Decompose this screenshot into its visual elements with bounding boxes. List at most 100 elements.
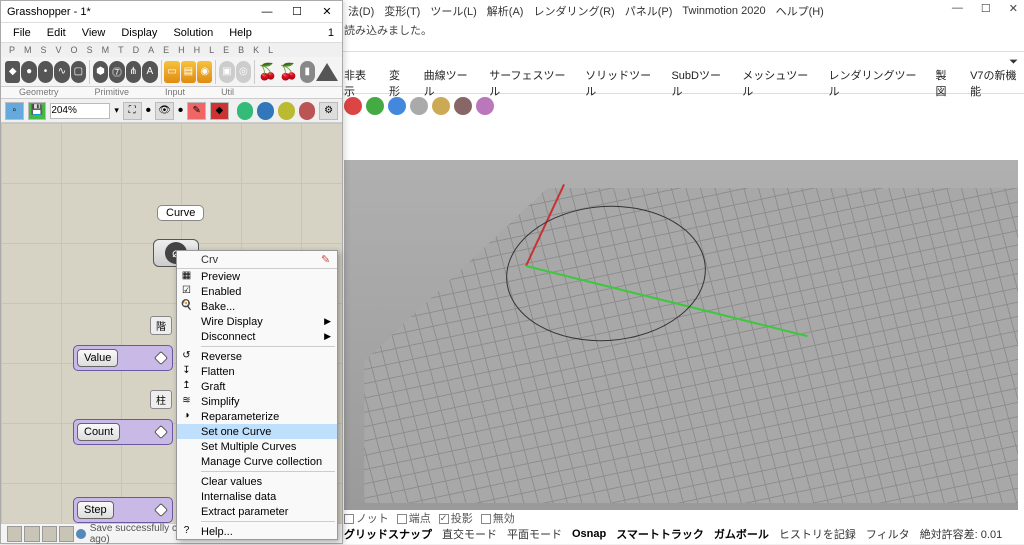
gh-ribbon-tab[interactable]: H [178,45,185,55]
zoom-dropdown-icon[interactable]: ▾ [114,105,119,116]
save-doc-icon[interactable]: 💾 [28,102,47,120]
gh-maximize[interactable]: ☐ [282,5,312,18]
ctx-item-graft[interactable]: ↥ Graft [177,379,337,394]
footer-icon-2[interactable] [24,526,39,542]
param-curve-icon[interactable]: ∿ [54,61,69,83]
number-slider[interactable]: Value [73,345,173,371]
util-cluster-icon[interactable]: ◎ [236,61,251,83]
curve-name-label[interactable]: Curve [157,205,204,221]
util-group-icon[interactable]: ▣ [219,61,234,83]
gh-ribbon-tab[interactable]: S [41,45,47,55]
ctx-item-wire-display[interactable]: Wire Display ▶ [177,314,337,329]
cplanes-icon[interactable] [344,97,362,115]
rhino-menu-item[interactable]: パネル(P) [621,1,677,21]
rhino-close[interactable]: ✕ [1009,2,1018,15]
gh-ribbon-tab[interactable]: H [194,45,201,55]
kanji-tag-2[interactable]: 柱 [150,390,172,409]
settings-icon[interactable]: ⚙ [319,102,338,120]
param-circle-icon[interactable]: ● [21,61,36,83]
new-doc-icon[interactable]: ▫ [5,102,24,120]
gh-menu-item[interactable]: Display [113,25,165,41]
gh-ribbon-tab[interactable]: A [148,45,154,55]
param-point-icon[interactable]: • [38,61,53,83]
status-toggle[interactable]: ヒストリを記録 [779,526,856,542]
kanji-tag-1[interactable]: 階 [150,316,172,335]
ctx-item-set-multiple-curves[interactable]: Set Multiple Curves [177,439,337,454]
rhino-viewport[interactable] [344,160,1018,510]
gh-ribbon-tab[interactable]: L [268,45,273,55]
ctx-item-simplify[interactable]: ≋ Simplify [177,394,337,409]
shade-red-icon[interactable] [299,102,316,120]
gh-ribbon-tab[interactable]: O [71,45,78,55]
rhino-minimize[interactable]: — [952,2,963,15]
ctx-item-clear-values[interactable]: Clear values [177,474,337,489]
ctx-item-preview[interactable]: ▦ Preview [177,269,337,284]
cherry-icon[interactable]: 🍒 [258,62,278,82]
gh-menu-item[interactable]: View [74,25,114,41]
ctx-item-bake-[interactable]: 🍳 Bake... [177,299,337,314]
param-hex-icon[interactable]: ◆ [5,61,20,83]
visibility-icon[interactable] [454,97,472,115]
param-brep-icon[interactable]: ⬢ [93,61,108,83]
ctx-item-reverse[interactable]: ↺ Reverse [177,349,337,364]
gh-ribbon-tab[interactable]: T [118,45,124,55]
gh-menu-item[interactable]: Help [221,25,260,41]
shade-green-icon[interactable] [237,102,254,120]
ctx-item-reparameterize[interactable]: ◑ Reparameterize [177,409,337,424]
context-menu-header[interactable]: Crv ✎ [177,251,337,269]
util-dam-icon[interactable]: ▮ [300,61,315,83]
status-toggle[interactable]: グリッドスナップ [344,526,432,542]
gh-ribbon-tab[interactable]: E [163,45,169,55]
gh-ribbon-tab[interactable]: L [209,45,214,55]
ctx-item-manage-curve-collection[interactable]: Manage Curve collection [177,454,337,469]
sketch-icon[interactable]: ✎ [187,102,206,120]
osnap-option[interactable]: ノット [344,510,389,526]
ladybug-icon[interactable]: ◆ [210,102,229,120]
toolbar-dropdown-icon[interactable]: ⏷ [1009,56,1018,69]
zoom-extents-icon[interactable]: ⛶ [123,102,142,120]
slider-output-port[interactable] [154,503,168,517]
osnap-option[interactable]: 無効 [481,510,515,526]
status-toggle[interactable]: スマートトラック [616,526,704,542]
number-slider[interactable]: Count [73,419,173,445]
gh-menu-item[interactable]: Edit [39,25,74,41]
status-toggle[interactable]: 直交モード [442,526,497,542]
ctx-item-disconnect[interactable]: Disconnect ▶ [177,329,337,344]
gh-ribbon-tab[interactable]: V [56,45,62,55]
gh-ribbon-tab[interactable]: E [223,45,229,55]
input-button-icon[interactable]: ◉ [197,61,212,83]
ctx-item-internalise-data[interactable]: Internalise data [177,489,337,504]
footer-icon-1[interactable] [7,526,22,542]
gh-ribbon-tab[interactable]: B [238,45,244,55]
select-icon[interactable] [410,97,428,115]
status-toggle[interactable]: 平面モード [507,526,562,542]
gh-ribbon-tab[interactable]: D [133,45,140,55]
rhino-menu-item[interactable]: 解析(A) [483,1,528,21]
param-bool-icon[interactable]: A [142,61,157,83]
preview-icon[interactable]: 👁 [155,102,174,120]
rhino-menu-item[interactable]: 変形(T) [380,1,424,21]
zoom-input[interactable] [50,103,110,119]
status-toggle[interactable]: 絶対許容差: 0.01 [920,526,1003,542]
rhino-menu-item[interactable]: ツール(L) [426,1,480,21]
slider-output-port[interactable] [154,351,168,365]
rhino-menu-item[interactable]: ヘルプ(H) [772,1,828,21]
gh-ribbon-tab[interactable]: S [87,45,93,55]
shade-yellow-icon[interactable] [278,102,295,120]
footer-icon-3[interactable] [42,526,57,542]
footer-icon-4[interactable] [59,526,74,542]
gh-ribbon-tab[interactable]: M [24,45,32,55]
gh-menu-item[interactable]: File [5,25,39,41]
status-toggle[interactable]: フィルタ [866,526,910,542]
rhino-maximize[interactable]: ☐ [981,2,991,15]
gh-menu-item[interactable]: Solution [165,25,221,41]
gh-close[interactable]: ✕ [312,5,342,18]
rhino-menu-item[interactable]: 法(D) [344,1,378,21]
ctx-item-help-[interactable]: ? Help... [177,524,337,539]
param-text-icon[interactable]: ⓻ [109,61,124,83]
ctx-item-set-one-curve[interactable]: Set one Curve [177,424,337,439]
ctx-wand-icon[interactable]: ✎ [321,253,337,266]
osnap-option[interactable]: 投影 [439,510,473,526]
number-slider[interactable]: Step [73,497,173,523]
slider-output-port[interactable] [154,425,168,439]
